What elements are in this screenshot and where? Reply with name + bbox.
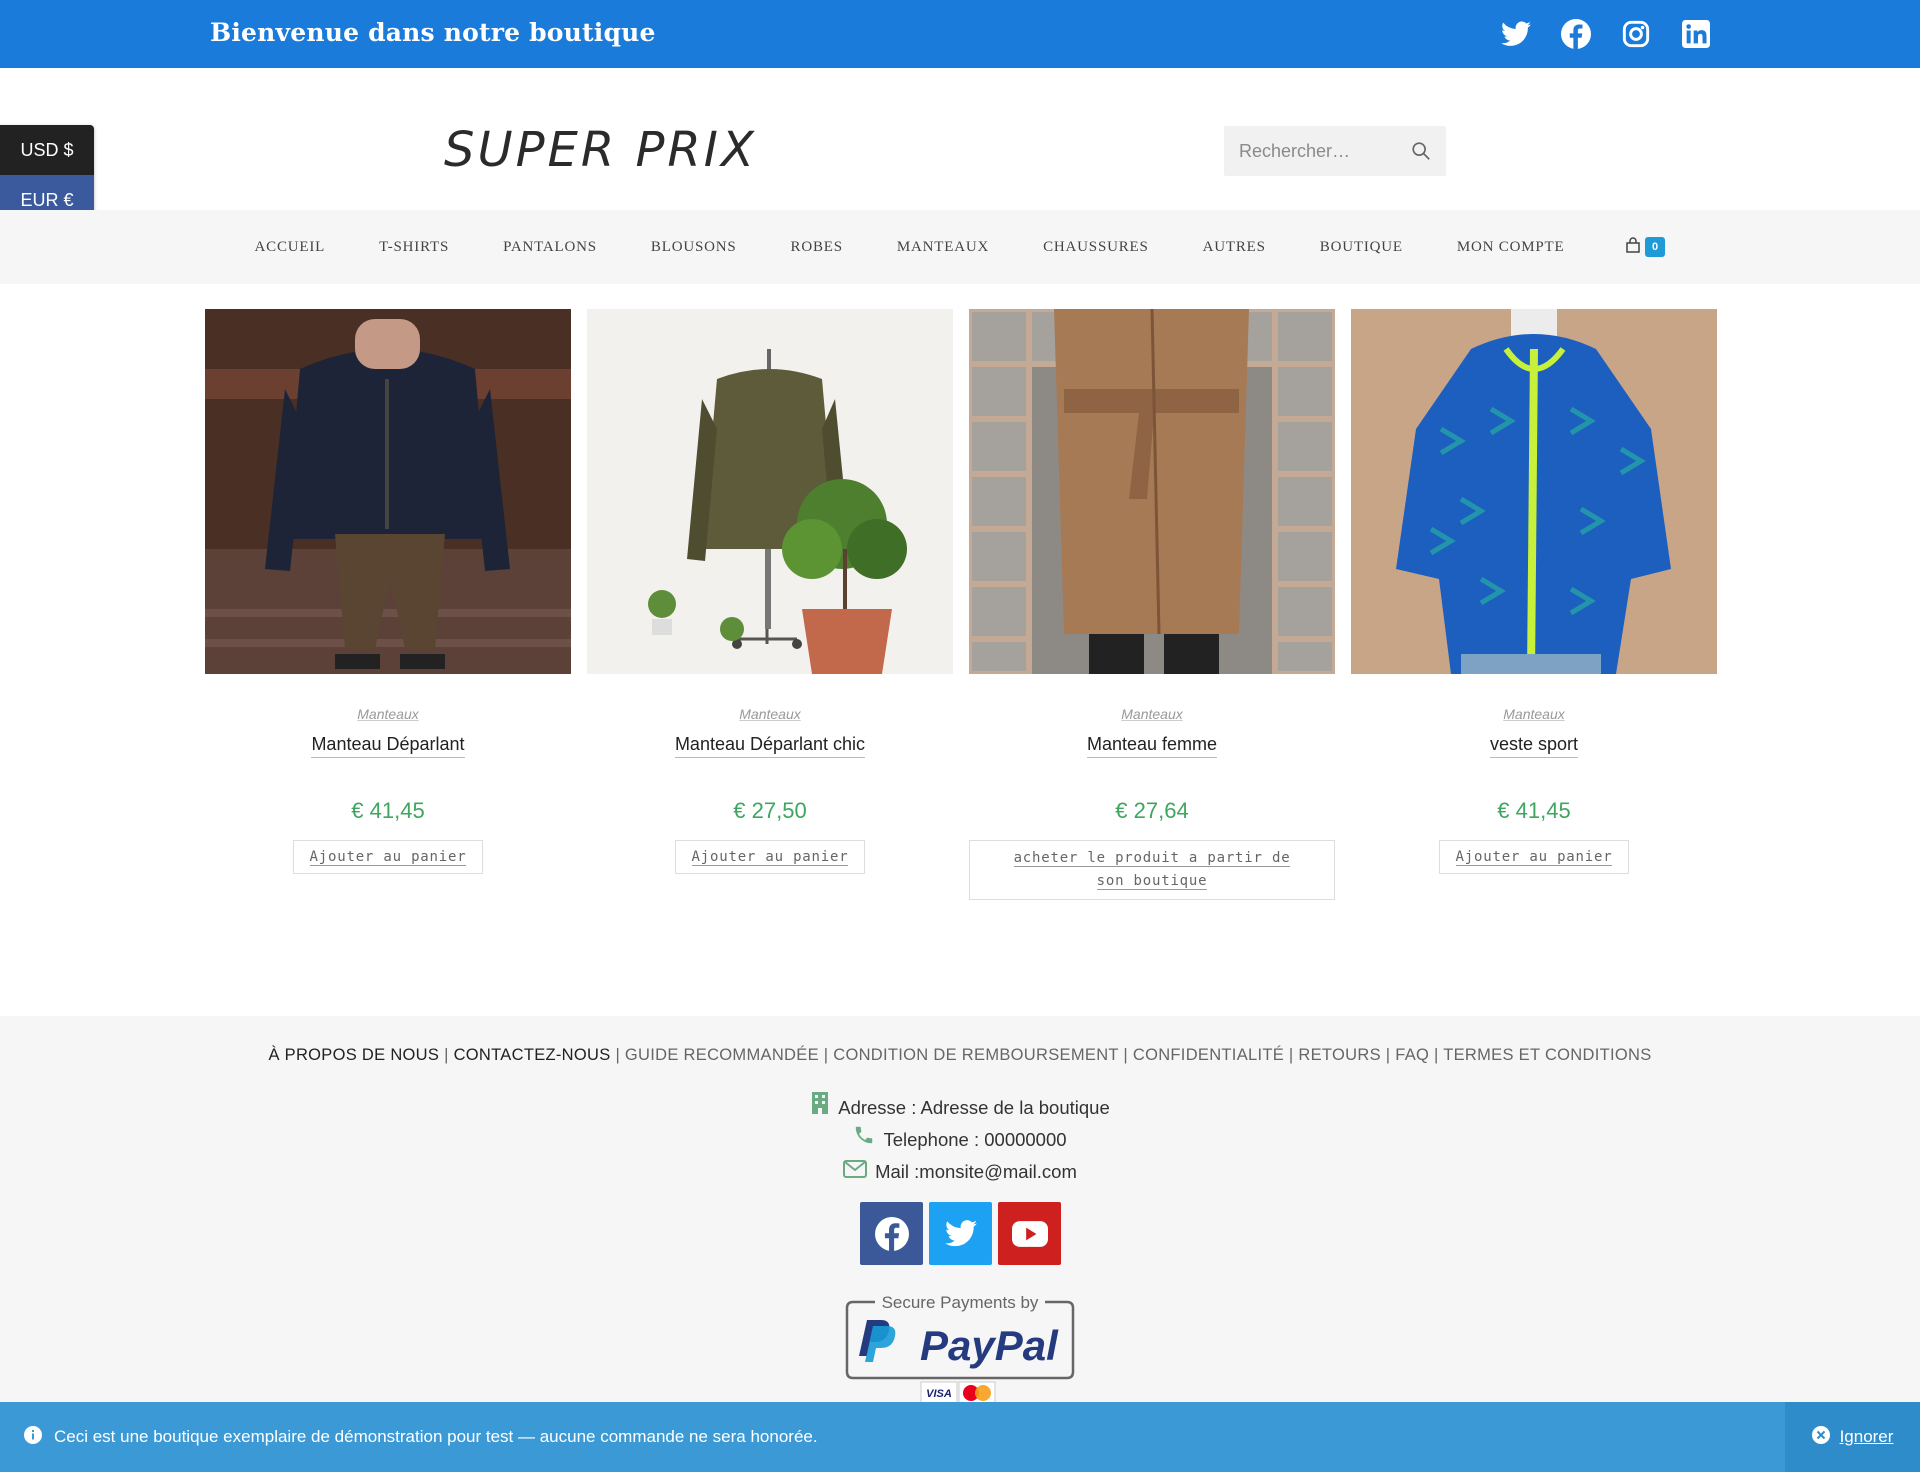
welcome-text: Bienvenue dans notre boutique [210, 18, 656, 47]
linkedin-icon[interactable] [1680, 18, 1712, 50]
add-to-cart-button[interactable]: Ajouter au panier [674, 840, 866, 874]
paypal-caption: Secure Payments by [882, 1293, 1039, 1312]
add-to-cart-button[interactable]: Ajouter au panier [292, 840, 484, 874]
product-title[interactable]: Manteau Déparlant chic [674, 734, 866, 758]
add-to-cart-button[interactable]: Ajouter au panier [1438, 840, 1630, 874]
footer-link-contact[interactable]: CONTACTEZ-NOUS [454, 1046, 611, 1064]
footer-link-terms[interactable]: TERMES ET CONDITIONS [1443, 1046, 1651, 1064]
cart-count-badge: 0 [1645, 237, 1666, 257]
dismiss-notice-button[interactable]: Ignorer [1785, 1402, 1920, 1472]
nav-item-manteaux[interactable]: MANTEAUX [870, 239, 1016, 256]
add-to-cart-label: Ajouter au panier [309, 849, 467, 866]
shopping-bag-icon [1625, 236, 1641, 258]
product-title[interactable]: Manteau femme [1086, 734, 1218, 758]
instagram-icon[interactable] [1620, 18, 1652, 50]
nav-item-pantalons[interactable]: PANTALONS [476, 239, 624, 256]
store-notice-bar: Ceci est une boutique exemplaire de démo… [0, 1402, 1920, 1472]
top-bar: Bienvenue dans notre boutique [0, 0, 1920, 68]
add-to-cart-label: Ajouter au panier [1455, 849, 1613, 866]
product-card: Manteaux Manteau femme € 27,64 acheter l… [969, 309, 1335, 900]
dismiss-label: Ignorer [1839, 1427, 1894, 1446]
mail-text[interactable]: Mail :monsite@mail.com [875, 1156, 1077, 1188]
footer-link-refund[interactable]: CONDITION DE REMBOURSEMENT [833, 1046, 1118, 1064]
nav-item-robes[interactable]: ROBES [764, 239, 870, 256]
paypal-brand: PayPal [920, 1322, 1059, 1369]
nav-item-autres[interactable]: AUTRES [1176, 239, 1293, 256]
footer-link-faq[interactable]: FAQ [1395, 1046, 1429, 1064]
currency-usd-option[interactable]: USD $ [0, 125, 94, 175]
site-logo[interactable]: SUPER PRIX [444, 122, 757, 178]
youtube-icon[interactable] [998, 1202, 1061, 1265]
product-category[interactable]: Manteaux [1351, 706, 1717, 722]
search-input[interactable] [1224, 126, 1404, 176]
view-in-store-button[interactable]: acheter le produit a partir de son bouti… [969, 840, 1335, 900]
nav-item-blousons[interactable]: BLOUSONS [624, 239, 764, 256]
address-text: Adresse : Adresse de la boutique [838, 1097, 1110, 1118]
notice-message: Ceci est une boutique exemplaire de démo… [54, 1427, 818, 1446]
phone-line: Telephone : 00000000 [0, 1124, 1920, 1156]
footer-link-privacy[interactable]: CONFIDENTIALITÉ [1133, 1046, 1284, 1064]
nav-item-chaussures[interactable]: CHAUSSURES [1016, 239, 1176, 256]
product-card: Manteaux veste sport € 41,45 Ajouter au … [1351, 309, 1717, 900]
product-title[interactable]: veste sport [1489, 734, 1579, 758]
close-icon [1811, 1425, 1830, 1449]
product-grid: Manteaux Manteau Déparlant € 41,45 Ajout… [205, 309, 1717, 900]
main-nav: ACCUEIL T-SHIRTS PANTALONS BLOUSONS ROBE… [0, 210, 1920, 284]
product-category[interactable]: Manteaux [205, 706, 571, 722]
address-line: Adresse : Adresse de la boutique [0, 1092, 1920, 1124]
cart-button[interactable]: 0 [1591, 236, 1692, 258]
product-price: € 27,50 [733, 798, 807, 823]
footer-link-about[interactable]: À PROPOS DE NOUS [268, 1046, 439, 1064]
product-category[interactable]: Manteaux [969, 706, 1335, 722]
nav-item-boutique[interactable]: BOUTIQUE [1293, 239, 1430, 256]
paypal-secure-badge: Secure Payments by PayPal VISA [845, 1290, 1075, 1406]
product-price: € 41,45 [1497, 798, 1571, 823]
info-icon [24, 1425, 42, 1449]
nav-item-accueil[interactable]: ACCUEIL [228, 239, 353, 256]
facebook-icon[interactable] [860, 1202, 923, 1265]
search-box [1224, 126, 1446, 176]
product-title[interactable]: Manteau Déparlant [311, 734, 465, 758]
product-price: € 41,45 [351, 798, 425, 823]
footer-social-links [860, 1202, 1061, 1265]
store-notice: Ceci est une boutique exemplaire de démo… [24, 1402, 818, 1472]
nav-item-tshirts[interactable]: T-SHIRTS [352, 239, 476, 256]
nav-item-mon-compte[interactable]: MON COMPTE [1430, 239, 1592, 256]
product-price: € 27,64 [1115, 798, 1189, 823]
search-icon[interactable] [1410, 140, 1432, 162]
facebook-icon[interactable] [1560, 18, 1592, 50]
svg-text:VISA: VISA [926, 1388, 952, 1400]
product-image-manteau-femme[interactable] [969, 309, 1335, 674]
envelope-icon [843, 1156, 868, 1188]
product-card: Manteaux Manteau Déparlant chic € 27,50 … [587, 309, 953, 900]
phone-text: Telephone : 00000000 [883, 1129, 1067, 1150]
product-image-manteau-deparlant-chic[interactable] [587, 309, 953, 674]
contact-info: Adresse : Adresse de la boutique Telepho… [0, 1092, 1920, 1188]
footer-links: À PROPOS DE NOUS | CONTACTEZ-NOUS | GUID… [268, 1046, 1652, 1064]
twitter-icon[interactable] [1500, 18, 1532, 50]
product-card: Manteaux Manteau Déparlant € 41,45 Ajout… [205, 309, 571, 900]
product-image-manteau-deparlant[interactable] [205, 309, 571, 674]
footer-link-returns[interactable]: RETOURS [1298, 1046, 1380, 1064]
phone-icon [853, 1124, 875, 1156]
mail-line: Mail :monsite@mail.com [0, 1156, 1920, 1188]
twitter-icon[interactable] [929, 1202, 992, 1265]
product-category[interactable]: Manteaux [587, 706, 953, 722]
footer-link-guide[interactable]: GUIDE RECOMMANDÉE [625, 1046, 819, 1064]
top-social-links [1500, 18, 1712, 50]
view-in-store-label: acheter le produit a partir de son bouti… [1013, 850, 1291, 890]
add-to-cart-label: Ajouter au panier [691, 849, 849, 866]
product-image-veste-sport[interactable] [1351, 309, 1717, 674]
building-icon [810, 1092, 830, 1124]
